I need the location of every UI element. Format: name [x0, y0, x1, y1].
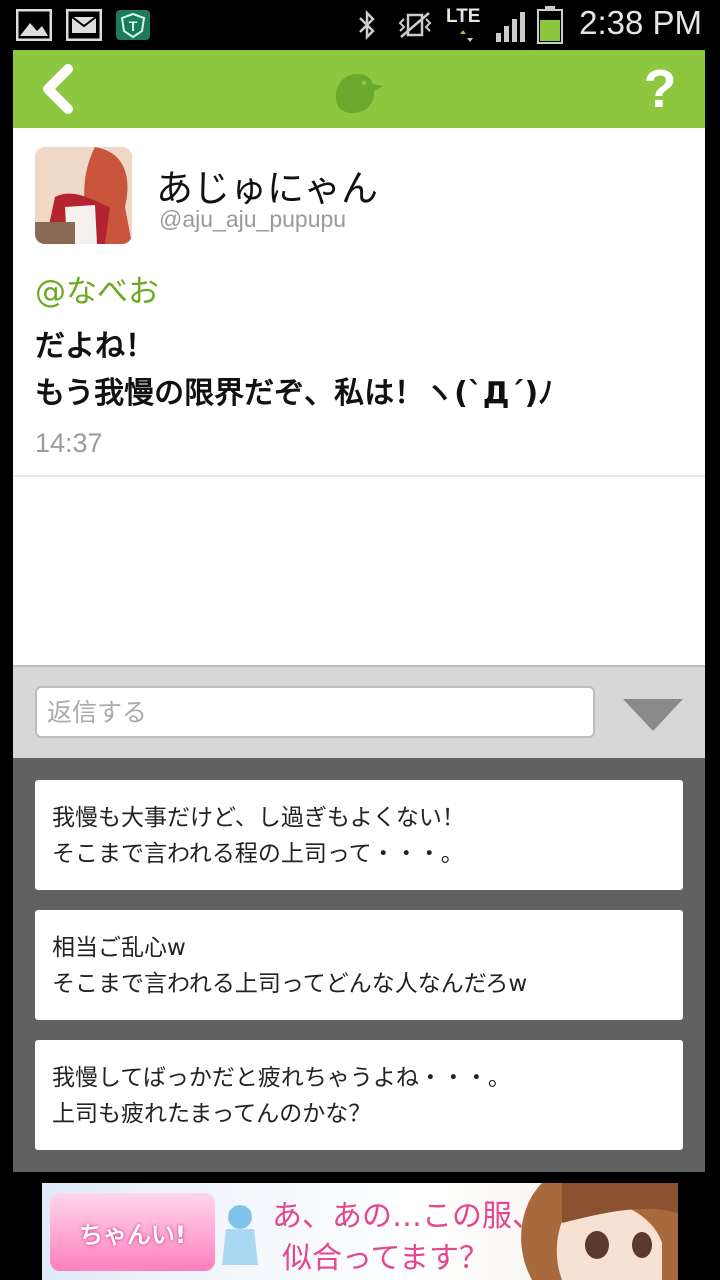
ad-banner[interactable]: ちゃんい! あ、あの…この服、 似合ってます？	[42, 1183, 678, 1280]
signal-icon	[496, 12, 525, 42]
avatar-photo	[35, 147, 132, 244]
suggested-reply-1[interactable]: 我慢も大事だけど、し過ぎもよくない！ そこまで言われる程の上司って・・・。	[35, 780, 683, 890]
ad-logo-text: ちゃんい!	[79, 1220, 186, 1249]
user-handle[interactable]: @aju_aju_pupupu	[159, 206, 346, 233]
top-app-bar: ?	[13, 50, 705, 128]
suggested-replies: 我慢も大事だけど、し過ぎもよくない！ そこまで言われる程の上司って・・・。 相当…	[13, 758, 705, 1172]
chevron-left-icon	[43, 64, 73, 114]
vibrate-icon	[398, 12, 432, 38]
suggestion-line: 上司も疲れたまってんのかな？	[52, 1101, 372, 1127]
suggested-reply-3[interactable]: 我慢してばっかだと疲れちゃうよね・・・。 上司も疲れたまってんのかな？	[35, 1040, 683, 1150]
triangle-down-icon[interactable]	[621, 697, 685, 733]
display-name[interactable]: あじゅにゃん	[156, 158, 378, 212]
clock: 2:38 PM	[579, 4, 702, 41]
mention-link[interactable]: @なべお	[35, 266, 159, 311]
suggestion-line: 相当ご乱心w	[52, 935, 186, 961]
suggestion-line: そこまで言われる程の上司って・・・。	[52, 841, 464, 867]
reply-input[interactable]	[35, 686, 595, 738]
tweet-text-line-2: もう我慢の限界だぞ、私は！ヽ(`Д´)ﾉ	[35, 376, 554, 411]
reply-bar	[13, 665, 705, 761]
suggestion-line: 我慢も大事だけど、し過ぎもよくない！	[52, 805, 465, 831]
ad-mascot-icon	[222, 1205, 258, 1265]
help-icon: ?	[643, 59, 677, 119]
shield-t-icon: T	[116, 10, 150, 40]
svg-text:T: T	[129, 18, 138, 34]
ad-copy-line-2: 似合ってます？	[282, 1241, 489, 1276]
tweet-timestamp: 14:37	[35, 428, 103, 458]
suggestion-line: 我慢してばっかだと疲れちゃうよね・・・。	[52, 1065, 511, 1091]
bird-icon	[335, 73, 383, 114]
image-icon	[16, 9, 52, 41]
tweet-text-line-1: だよね！	[35, 329, 155, 364]
battery-icon	[537, 6, 563, 44]
tweet-detail: あじゅにゃん @aju_aju_pupupu @なべお だよね！ もう我慢の限界…	[13, 128, 705, 477]
ad-logo: ちゃんい!	[50, 1193, 215, 1271]
back-button[interactable]	[13, 50, 103, 128]
ad-character-image	[521, 1183, 678, 1280]
status-bar: T LTE 2:38 PM	[0, 0, 720, 50]
avatar[interactable]	[35, 147, 132, 244]
mail-icon	[66, 9, 102, 41]
network-type-label: LTE	[446, 6, 481, 27]
data-activity-icon	[460, 30, 473, 42]
suggestion-line: そこまで言われる上司ってどんな人なんだろw	[52, 971, 528, 997]
app-window: ? あじゅにゃん @aju_aju_pupupu @なべお だよね！ もう我慢の…	[13, 50, 705, 1172]
suggested-reply-2[interactable]: 相当ご乱心w そこまで言われる上司ってどんな人なんだろw	[35, 910, 683, 1020]
bluetooth-icon	[359, 9, 375, 41]
help-button[interactable]: ?	[615, 50, 705, 128]
